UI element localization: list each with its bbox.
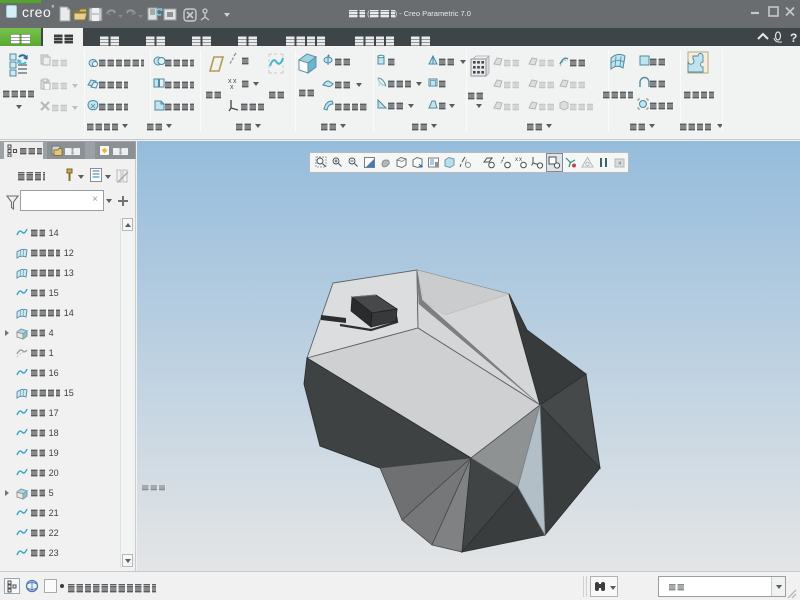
- svg-text:x: x: [233, 78, 237, 85]
- svg-text:x: x: [230, 84, 234, 90]
